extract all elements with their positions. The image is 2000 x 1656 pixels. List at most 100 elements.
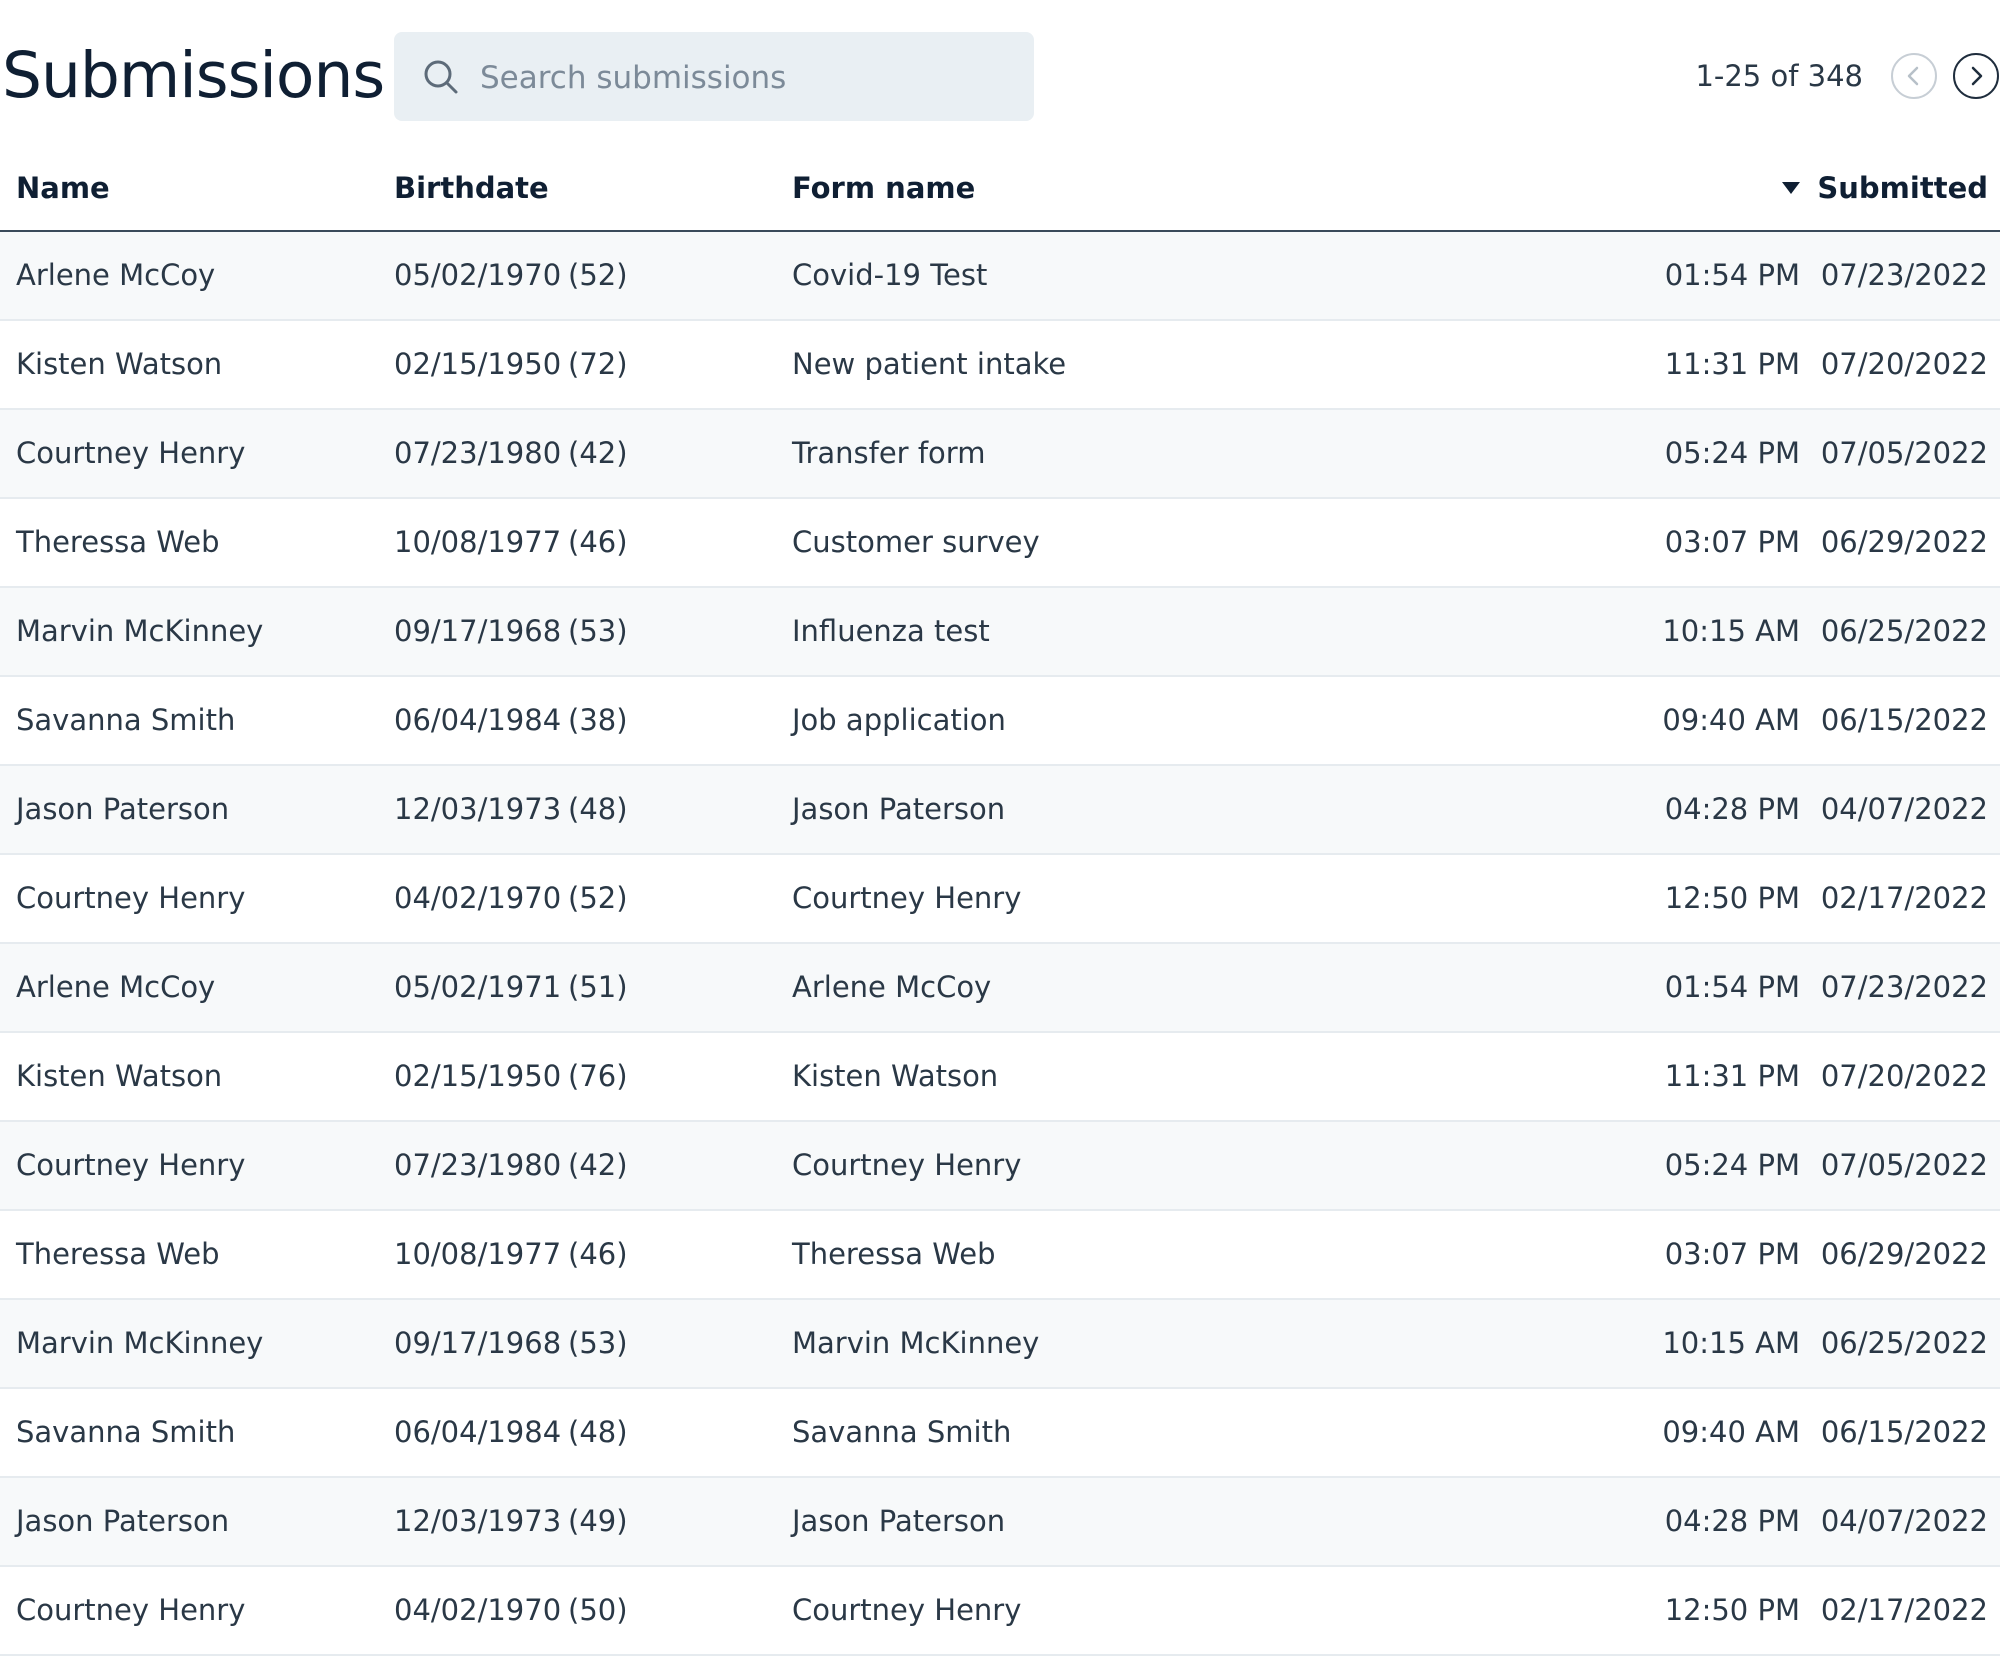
search-input[interactable]	[478, 32, 1022, 123]
chevron-left-icon	[1907, 66, 1919, 86]
cell-name: Theressa Web	[16, 525, 220, 559]
page-title: Submissions	[2, 39, 385, 112]
cell-form-name: Marvin McKinney	[792, 1326, 1040, 1360]
column-header-submitted[interactable]: Submitted	[1781, 170, 1988, 206]
search-icon	[422, 58, 460, 96]
column-header-birthdate[interactable]: Birthdate	[394, 170, 549, 206]
cell-submitted-date: 04/07/2022	[1820, 1504, 1988, 1538]
next-page-button[interactable]	[1953, 53, 1999, 99]
table-row[interactable]: Marvin McKinney 09/17/1968 (53) Influenza t…	[0, 588, 2000, 677]
cell-form-name: Arlene McCoy	[792, 970, 992, 1004]
cell-form-name: Theressa Web	[792, 1237, 996, 1271]
table-row[interactable]: Jason Paterson 12/03/1973 (49) Jason Paters…	[0, 1478, 2000, 1567]
table-row[interactable]: Courtney Henry 07/23/1980 (42) Courtney Hen…	[0, 1122, 2000, 1211]
pagination-range: 1-25 of 348	[1695, 59, 1863, 93]
cell-form-name: Job application	[792, 703, 1006, 737]
cell-birthdate: 07/23/1980	[394, 1148, 562, 1182]
table-row[interactable]: Courtney Henry 04/02/1970 (52) Courtney Hen…	[0, 855, 2000, 944]
table-row[interactable]: Arlene McCoy 05/02/1970 (52) Covid-19 Test 0…	[0, 232, 2000, 321]
cell-submitted-time: 04:28 PM	[1664, 792, 1800, 826]
cell-submitted-time: 01:54 PM	[1664, 258, 1800, 292]
cell-submitted-date: 06/15/2022	[1820, 1415, 1988, 1449]
cell-form-name: Customer survey	[792, 525, 1040, 559]
cell-form-name: Influenza test	[792, 614, 990, 648]
cell-submitted-date: 07/23/2022	[1820, 258, 1988, 292]
cell-form-name: Transfer form	[792, 436, 986, 470]
cell-submitted-time: 09:40 AM	[1662, 1415, 1800, 1449]
cell-age: (51)	[568, 970, 628, 1004]
cell-birthdate: 09/17/1968	[394, 614, 562, 648]
cell-submitted-time: 05:24 PM	[1664, 1148, 1800, 1182]
cell-form-name: New patient intake	[792, 347, 1067, 381]
cell-age: (48)	[568, 792, 628, 826]
cell-birthdate: 04/02/1970	[394, 881, 562, 915]
cell-birthdate: 02/15/1950	[394, 1059, 562, 1093]
column-header-name[interactable]: Name	[16, 170, 110, 206]
cell-birthdate: 10/08/1977	[394, 525, 562, 559]
cell-birthdate: 06/04/1984	[394, 1415, 562, 1449]
table-row[interactable]: Theressa Web 10/08/1977 (46) Customer surve…	[0, 499, 2000, 588]
cell-submitted-time: 03:07 PM	[1664, 1237, 1800, 1271]
cell-submitted-time: 12:50 PM	[1664, 1593, 1800, 1627]
table-row[interactable]: Courtney Henry 04/02/1970 (50) Courtney Hen…	[0, 1567, 2000, 1656]
column-header-form-name[interactable]: Form name	[792, 170, 975, 206]
cell-age: (42)	[568, 1148, 628, 1182]
cell-submitted-time: 11:31 PM	[1664, 1059, 1800, 1093]
cell-form-name: Courtney Henry	[792, 1593, 1022, 1627]
cell-submitted-date: 07/05/2022	[1820, 436, 1988, 470]
cell-submitted-date: 02/17/2022	[1820, 881, 1988, 915]
cell-submitted-date: 06/25/2022	[1820, 1326, 1988, 1360]
cell-name: Marvin McKinney	[16, 614, 264, 648]
table-body: Arlene McCoy 05/02/1970 (52) Covid-19 Test 0…	[0, 232, 2000, 1656]
cell-submitted-date: 02/17/2022	[1820, 1593, 1988, 1627]
cell-name: Arlene McCoy	[16, 258, 216, 292]
cell-submitted-date: 07/20/2022	[1820, 1059, 1988, 1093]
cell-age: (46)	[568, 525, 628, 559]
cell-age: (50)	[568, 1593, 628, 1627]
cell-age: (48)	[568, 1415, 628, 1449]
cell-submitted-date: 06/25/2022	[1820, 614, 1988, 648]
cell-age: (76)	[568, 1059, 628, 1093]
cell-submitted-time: 04:28 PM	[1664, 1504, 1800, 1538]
search-box[interactable]	[394, 32, 1034, 123]
cell-name: Courtney Henry	[16, 1148, 246, 1182]
previous-page-button[interactable]	[1891, 53, 1937, 99]
cell-age: (72)	[568, 347, 628, 381]
cell-birthdate: 12/03/1973	[394, 1504, 562, 1538]
cell-name: Kisten Watson	[16, 1059, 223, 1093]
table-row[interactable]: Savanna Smith 06/04/1984 (48) Savanna Smith…	[0, 1389, 2000, 1478]
cell-submitted-date: 07/23/2022	[1820, 970, 1988, 1004]
cell-birthdate: 07/23/1980	[394, 436, 562, 470]
table-row[interactable]: Marvin McKinney 09/17/1968 (53) Marvin McKi…	[0, 1300, 2000, 1389]
cell-form-name: Kisten Watson	[792, 1059, 999, 1093]
cell-submitted-date: 06/15/2022	[1820, 703, 1988, 737]
table-row[interactable]: Theressa Web 10/08/1977 (46) Theressa Web 03…	[0, 1211, 2000, 1300]
cell-age: (53)	[568, 614, 628, 648]
cell-submitted-time: 01:54 PM	[1664, 970, 1800, 1004]
chevron-right-icon	[1971, 66, 1983, 86]
sort-descending-icon	[1782, 182, 1801, 194]
cell-form-name: Jason Paterson	[792, 1504, 1006, 1538]
table-row[interactable]: Jason Paterson 12/03/1973 (48) Jason Paters…	[0, 766, 2000, 855]
cell-birthdate: 09/17/1968	[394, 1326, 562, 1360]
cell-age: (52)	[568, 881, 628, 915]
cell-submitted-date: 06/29/2022	[1820, 1237, 1988, 1271]
cell-name: Jason Paterson	[16, 1504, 230, 1538]
cell-age: (38)	[568, 703, 628, 737]
cell-birthdate: 06/04/1984	[394, 703, 562, 737]
table-row[interactable]: Savanna Smith 06/04/1984 (38) Job applicati…	[0, 677, 2000, 766]
cell-age: (46)	[568, 1237, 628, 1271]
cell-submitted-time: 10:15 AM	[1662, 1326, 1800, 1360]
table-row[interactable]: Kisten Watson 02/15/1950 (76) Kisten Watson…	[0, 1033, 2000, 1122]
cell-submitted-time: 03:07 PM	[1664, 525, 1800, 559]
table-row[interactable]: Courtney Henry 07/23/1980 (42) Transfer for…	[0, 410, 2000, 499]
cell-submitted-time: 11:31 PM	[1664, 347, 1800, 381]
cell-name: Jason Paterson	[16, 792, 230, 826]
table-row[interactable]: Arlene McCoy 05/02/1971 (51) Arlene McCoy 01…	[0, 944, 2000, 1033]
cell-name: Savanna Smith	[16, 1415, 236, 1449]
table-row[interactable]: Kisten Watson 02/15/1950 (72) New patient i…	[0, 321, 2000, 410]
submissions-table: Name Birthdate Form name Submitted Arlen…	[0, 150, 2000, 1656]
cell-submitted-date: 07/20/2022	[1820, 347, 1988, 381]
cell-birthdate: 12/03/1973	[394, 792, 562, 826]
cell-submitted-time: 10:15 AM	[1662, 614, 1800, 648]
